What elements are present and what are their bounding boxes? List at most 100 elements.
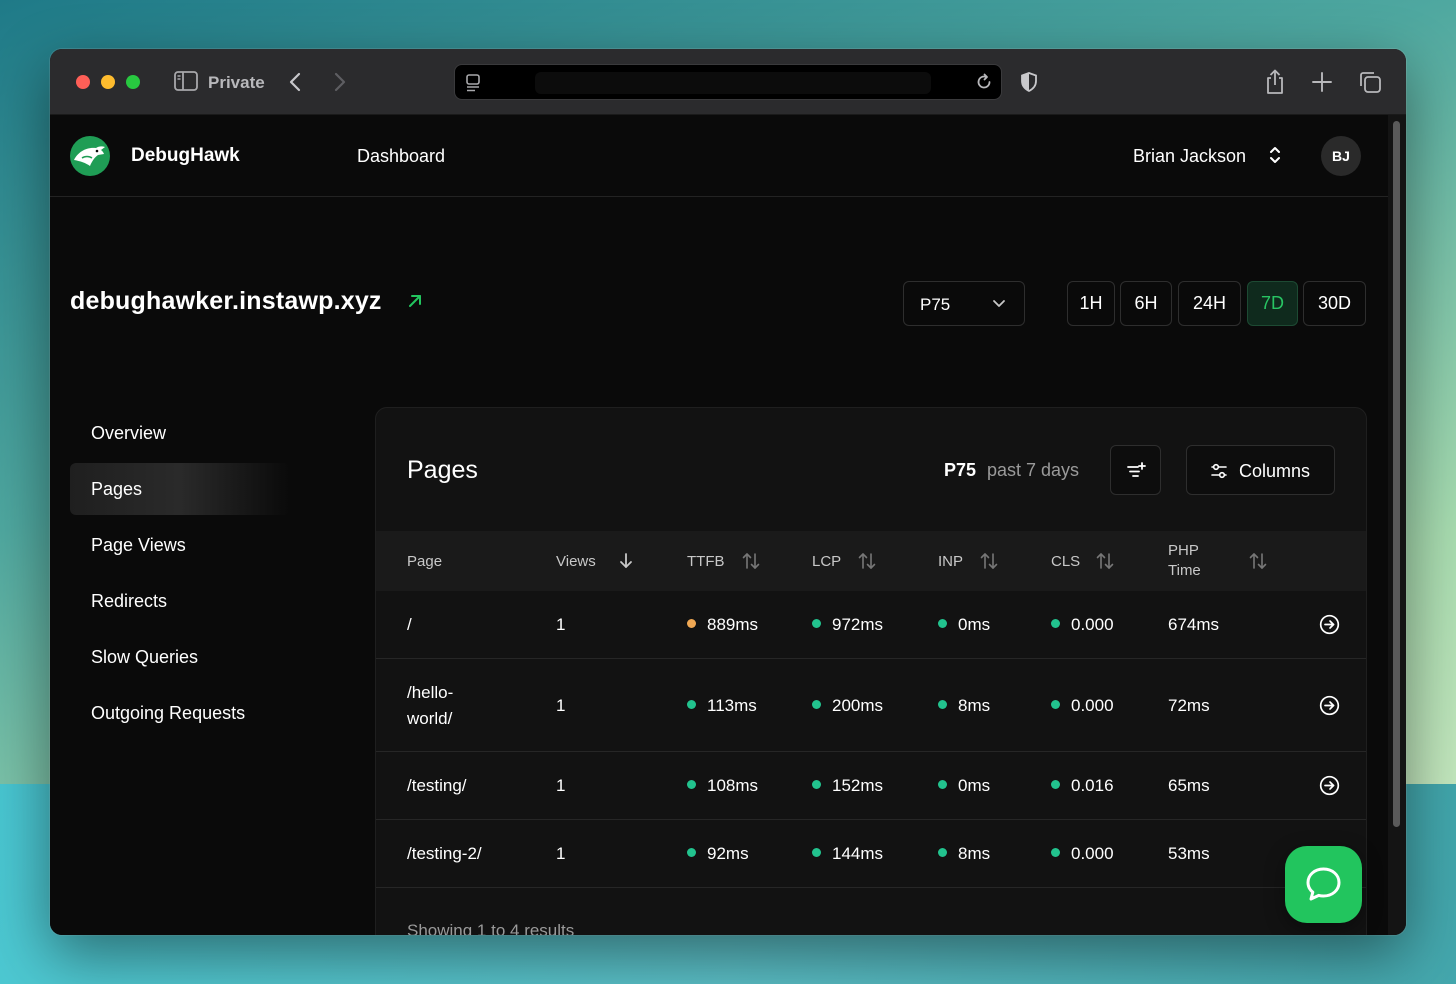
sidebar-item-redirects[interactable]: Redirects — [70, 575, 290, 627]
percentile-select[interactable]: P75 — [903, 281, 1025, 326]
range-30d-button[interactable]: 30D — [1303, 281, 1366, 326]
range-1h-button[interactable]: 1H — [1067, 281, 1115, 326]
status-dot-good — [1051, 780, 1060, 789]
columns-button-label: Columns — [1239, 461, 1311, 481]
range-7d-button[interactable]: 7D — [1247, 281, 1298, 326]
status-dot-good — [1051, 700, 1060, 709]
header-php-line1[interactable]: PHP — [1168, 542, 1199, 559]
inp-value: 0ms — [958, 615, 991, 634]
chevron-up-down-icon[interactable] — [1268, 145, 1282, 165]
header-page[interactable]: Page — [407, 553, 442, 570]
sort-icon[interactable] — [1249, 552, 1267, 570]
share-icon[interactable] — [1264, 69, 1286, 95]
cell-ttfb: 889ms — [687, 615, 758, 635]
pages-panel: Pages P75 past 7 days Columns Page Views… — [375, 407, 1367, 935]
address-bar[interactable] — [454, 64, 1002, 100]
header-php-line2[interactable]: Time — [1168, 562, 1201, 579]
sidebar-toggle-icon[interactable] — [174, 71, 198, 91]
page-scrollbar[interactable] — [1388, 115, 1406, 935]
tab-overview-icon[interactable] — [1358, 70, 1382, 94]
chat-bubble-icon — [1306, 867, 1341, 901]
page-menu-icon[interactable] — [465, 74, 481, 92]
sidebar-item-overview[interactable]: Overview — [70, 407, 290, 459]
table-row[interactable]: /testing/ 1 108ms 152ms 0ms 0.016 65ms — [376, 752, 1366, 820]
cls-value: 0.016 — [1071, 776, 1114, 795]
back-icon[interactable] — [288, 71, 302, 93]
table-row[interactable]: / 1 889ms 972ms 0ms 0.000 674ms — [376, 591, 1366, 659]
new-tab-icon[interactable] — [1311, 71, 1333, 93]
cell-page[interactable]: /testing/ — [407, 776, 467, 796]
browser-toolbar: Private — [50, 49, 1406, 115]
sidebar-item-page-views[interactable]: Page Views — [70, 519, 290, 571]
panel-range-text: past 7 days — [987, 460, 1080, 480]
header-lcp[interactable]: LCP — [812, 553, 841, 570]
table-row[interactable]: /hello- world/ 1 113ms 200ms 8ms 0.000 7… — [376, 659, 1366, 752]
range-6h-button[interactable]: 6H — [1120, 281, 1172, 326]
top-navigation: DebugHawk Dashboard Brian Jackson BJ — [50, 115, 1388, 197]
arrow-right-circle-icon[interactable] — [1319, 775, 1340, 796]
close-window-button[interactable] — [76, 75, 90, 89]
zoom-window-button[interactable] — [126, 75, 140, 89]
forward-icon[interactable] — [333, 71, 347, 93]
cell-page[interactable]: / — [407, 615, 412, 635]
reload-icon[interactable] — [975, 73, 993, 91]
status-dot-warn — [687, 619, 696, 628]
ttfb-value: 108ms — [707, 776, 759, 795]
arrow-right-circle-icon[interactable] — [1319, 614, 1340, 635]
header-inp[interactable]: INP — [938, 553, 963, 570]
sort-icon[interactable] — [1096, 552, 1114, 570]
brand-name[interactable]: DebugHawk — [131, 145, 240, 167]
sidebar-item-pages[interactable]: Pages — [70, 463, 290, 515]
filter-add-icon — [1127, 462, 1146, 477]
status-dot-good — [687, 848, 696, 857]
status-dot-good — [938, 619, 947, 628]
cell-php-time: 72ms — [1168, 696, 1210, 715]
cell-ttfb: 108ms — [687, 776, 758, 796]
lcp-value: 152ms — [832, 776, 884, 795]
cell-page[interactable]: /testing-2/ — [407, 844, 482, 864]
sort-icon[interactable] — [980, 552, 998, 570]
scrollbar-thumb[interactable] — [1393, 121, 1400, 827]
cell-views: 1 — [556, 844, 566, 863]
debughawk-logo-icon[interactable] — [70, 136, 110, 176]
cell-cls: 0.000 — [1051, 696, 1114, 716]
user-switcher-name[interactable]: Brian Jackson — [1133, 146, 1246, 167]
lcp-value: 144ms — [832, 844, 884, 863]
status-dot-good — [812, 619, 821, 628]
shield-icon[interactable] — [1018, 71, 1040, 93]
cell-inp: 8ms — [938, 696, 990, 716]
columns-button[interactable]: Columns — [1186, 445, 1335, 495]
header-views[interactable]: Views — [556, 553, 596, 570]
status-dot-good — [812, 780, 821, 789]
sort-icon[interactable] — [742, 552, 760, 570]
sidebar-item-outgoing-requests[interactable]: Outgoing Requests — [70, 687, 290, 739]
results-summary: Showing 1 to 4 results — [407, 921, 575, 935]
site-title: debughawker.instawp.xyz — [70, 287, 382, 315]
table-row[interactable]: /testing-2/ 1 92ms 144ms 8ms 0.000 53ms — [376, 820, 1366, 888]
sort-desc-icon[interactable] — [619, 552, 633, 570]
cell-page-line2[interactable]: world/ — [407, 709, 452, 729]
nav-dashboard-link[interactable]: Dashboard — [357, 146, 445, 167]
minimize-window-button[interactable] — [101, 75, 115, 89]
header-cls[interactable]: CLS — [1051, 553, 1080, 570]
range-24h-button[interactable]: 24H — [1178, 281, 1241, 326]
external-link-icon[interactable] — [407, 293, 423, 309]
support-chat-button[interactable] — [1285, 846, 1362, 923]
status-dot-good — [812, 848, 821, 857]
url-field[interactable] — [535, 72, 931, 94]
arrow-right-circle-icon[interactable] — [1319, 695, 1340, 716]
browser-window: Private DebugHawk Dashboard Brian Jackso… — [50, 49, 1406, 935]
cell-page-line1[interactable]: /hello- — [407, 683, 453, 703]
cell-inp: 0ms — [938, 615, 990, 635]
cell-php-time: 674ms — [1168, 615, 1220, 634]
cell-lcp: 200ms — [812, 696, 883, 716]
filter-button[interactable] — [1110, 445, 1161, 495]
status-dot-good — [938, 780, 947, 789]
chevron-down-icon — [993, 300, 1005, 307]
sort-icon[interactable] — [858, 552, 876, 570]
status-dot-good — [938, 700, 947, 709]
sidebar-item-slow-queries[interactable]: Slow Queries — [70, 631, 290, 683]
header-ttfb[interactable]: TTFB — [687, 553, 725, 570]
user-avatar[interactable]: BJ — [1321, 136, 1361, 176]
cls-value: 0.000 — [1071, 696, 1114, 715]
